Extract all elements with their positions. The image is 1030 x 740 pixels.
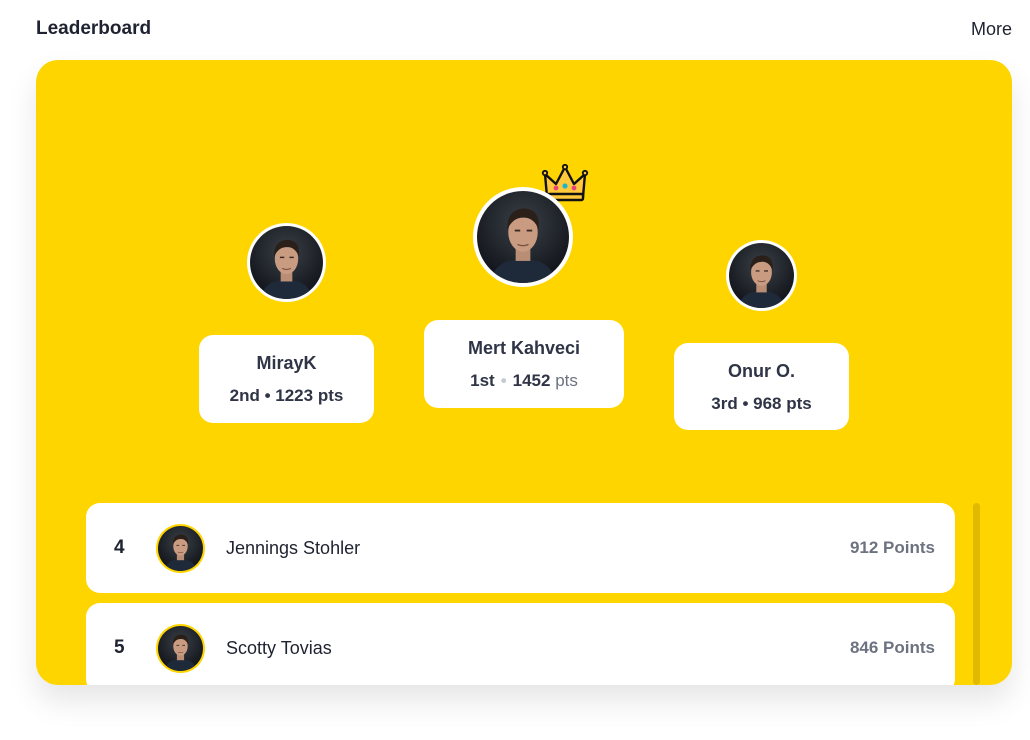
page-title: Leaderboard (36, 18, 152, 39)
podium-card-third[interactable]: Onur O. 3rd • 968 pts (674, 343, 849, 430)
player-name: Jennings Stohler (226, 537, 361, 558)
podium-points-first: 1452 (512, 371, 551, 390)
more-link[interactable]: More (971, 19, 1012, 40)
avatar-image (158, 526, 203, 571)
scrollbar[interactable] (973, 503, 980, 685)
podium-name-first: Mert Kahveci (467, 338, 581, 358)
podium-card-first[interactable]: Mert Kahveci 1st • 1452 pts (424, 320, 624, 408)
player-name: Scotty Tovias (226, 637, 332, 658)
podium-rank-first: 1st (470, 371, 495, 390)
avatar (250, 226, 323, 299)
podium-stats-second: 2nd • 1223 pts (229, 386, 344, 405)
page-header: Leaderboard More (36, 14, 1012, 44)
list-item[interactable]: 4 Jennings Stohler 912 Points (86, 503, 955, 593)
points-unit: pts (555, 371, 578, 390)
player-points: 912 Points (849, 538, 935, 557)
avatar (156, 523, 205, 573)
avatar (477, 191, 569, 283)
avatar-image (158, 626, 203, 671)
rank-number: 5 (114, 637, 125, 658)
rank-number: 4 (114, 537, 125, 558)
avatar (729, 243, 794, 308)
podium-card-second[interactable]: MirayK 2nd • 1223 pts (199, 335, 374, 423)
podium-avatar-third[interactable] (726, 240, 797, 311)
podium-stats-third: 3rd • 968 pts (711, 394, 812, 413)
podium-avatar-second[interactable] (247, 223, 326, 302)
avatar (156, 623, 205, 673)
separator-dot: • (500, 371, 507, 390)
podium-name-third: Onur O. (728, 361, 795, 381)
list-item[interactable]: 5 Scotty Tovias 846 Points (86, 603, 955, 685)
leaderboard-card: MirayK 2nd • 1223 pts Mert Kahveci 1st • 1… (36, 60, 1012, 685)
podium-name-second: MirayK (256, 353, 317, 373)
podium-stats-first: 1st • 1452 pts (424, 371, 624, 391)
player-points: 846 Points (849, 638, 935, 657)
podium-avatar-first[interactable] (473, 187, 573, 287)
